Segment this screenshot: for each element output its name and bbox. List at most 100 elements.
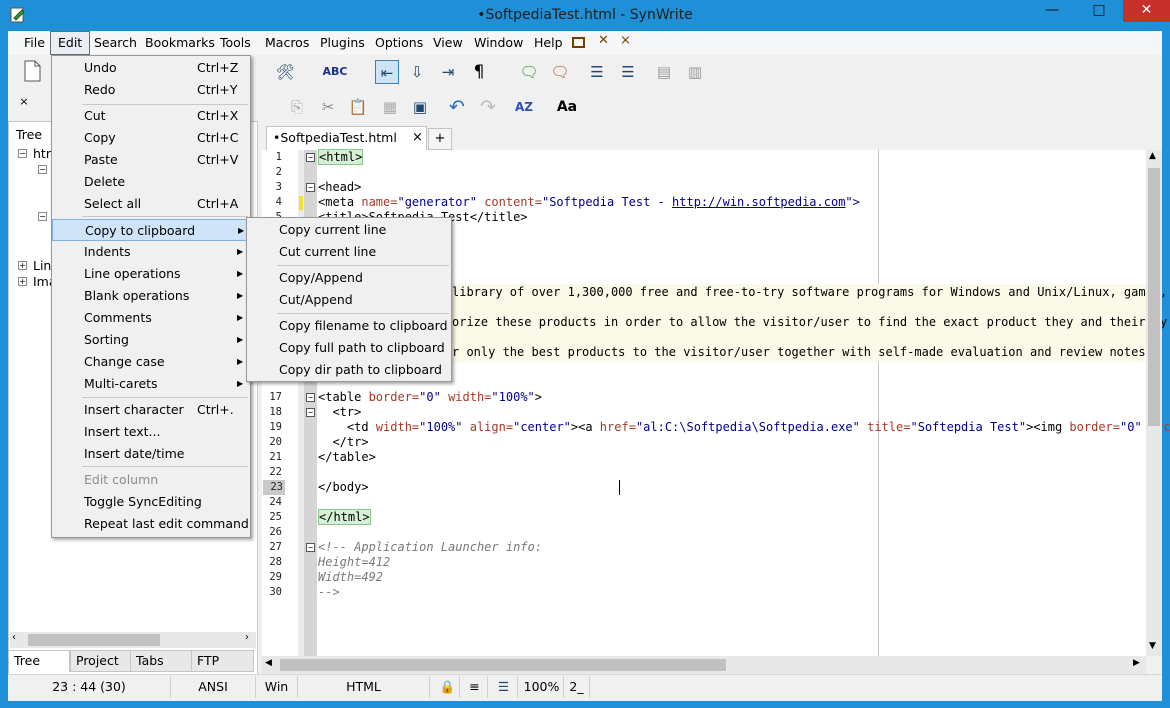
undo-icon[interactable]: ↶ (445, 95, 469, 119)
submenu-item-copy-current-line[interactable]: Copy current line (247, 219, 451, 241)
menu-item-copy-to-clipboard[interactable]: Copy to clipboard ▶ (52, 219, 250, 241)
scroll-up-icon[interactable]: ▲ (1149, 151, 1156, 161)
menu-item-comments[interactable]: Comments ▶ (52, 307, 250, 329)
submenu-item-copy-full-path[interactable]: Copy full path to clipboard (247, 337, 451, 359)
menu-search[interactable]: Search (87, 31, 144, 55)
document-tab[interactable]: •SoftpediaTest.html (266, 126, 427, 150)
comment-add-icon[interactable]: 🗨 (517, 60, 541, 84)
change-case-icon[interactable]: Aa (555, 95, 579, 119)
tree-hscroll-thumb[interactable] (28, 634, 160, 646)
indent-icon[interactable]: ☰ (585, 60, 609, 84)
menu-macros[interactable]: Macros (258, 31, 316, 55)
editor-vscroll-thumb[interactable] (1148, 168, 1160, 426)
submenu-item-copy-dir-path[interactable]: Copy dir path to clipboard (247, 359, 451, 381)
pilcrow-icon[interactable]: ¶ (467, 60, 491, 84)
menu-item-insert-character[interactable]: Insert character Ctrl+. (52, 399, 250, 421)
line-ending-indicator[interactable]: Win (256, 676, 298, 698)
fold-toggle-icon[interactable]: − (306, 408, 315, 417)
tree-expand-icon[interactable]: − (38, 212, 47, 221)
spellcheck-icon[interactable]: ABC (320, 60, 350, 84)
close-doc-icon[interactable]: ✕ (598, 33, 609, 48)
menu-bookmarks[interactable]: Bookmarks (138, 31, 222, 55)
cut-icon[interactable]: ✂ (316, 95, 340, 119)
lock-icon[interactable]: 🔒 (436, 676, 460, 698)
menu-item-cut[interactable]: Cut Ctrl+X (52, 105, 250, 127)
restore-doc-icon[interactable] (572, 37, 585, 48)
tab-close-icon[interactable]: × (412, 126, 424, 150)
menu-item-insert-date-time[interactable]: Insert date/time (52, 443, 250, 465)
menu-view[interactable]: View (426, 31, 470, 55)
tree-expand-icon[interactable]: − (18, 149, 27, 158)
encoding-indicator[interactable]: ANSI (171, 676, 256, 698)
menu-options[interactable]: Options (368, 31, 430, 55)
menu-item-paste[interactable]: Paste Ctrl+V (52, 149, 250, 171)
menu-item-indents[interactable]: Indents ▶ (52, 241, 250, 263)
editor-hscroll-thumb[interactable] (280, 659, 726, 671)
submenu-item-copy-append[interactable]: Copy/Append (247, 267, 451, 289)
align-center-icon[interactable]: ⇩ (405, 60, 429, 84)
menu-file[interactable]: File (17, 31, 52, 55)
submenu-item-cut-append[interactable]: Cut/Append (247, 289, 451, 311)
fold-toggle-icon[interactable]: − (306, 543, 315, 552)
paste-icon[interactable]: 📋 (346, 95, 370, 119)
menu-item-blank-operations[interactable]: Blank operations ▶ (52, 285, 250, 307)
menu-item-change-case[interactable]: Change case ▶ (52, 351, 250, 373)
menu-item-copy[interactable]: Copy Ctrl+C (52, 127, 250, 149)
tree-expand-icon[interactable]: + (18, 261, 27, 270)
submenu-item-cut-current-line[interactable]: Cut current line (247, 241, 451, 263)
scroll-down-icon[interactable]: ▼ (1149, 641, 1156, 651)
fold-toggle-icon[interactable]: − (306, 183, 315, 192)
split-h-icon[interactable]: ▤ (652, 60, 676, 84)
scroll-left-icon[interactable]: ◀ (265, 658, 272, 668)
panel-close-icon[interactable]: × (12, 90, 36, 114)
scroll-right-icon[interactable]: › (245, 632, 249, 643)
select-all-icon[interactable]: ▣ (408, 95, 432, 119)
submenu-item-copy-filename[interactable]: Copy filename to clipboard (247, 315, 451, 337)
menu-item-line-operations[interactable]: Line operations ▶ (52, 263, 250, 285)
scroll-right-icon[interactable]: ▶ (1133, 658, 1140, 668)
menu-item-insert-text[interactable]: Insert text... (52, 421, 250, 443)
fold-toggle-icon[interactable]: − (306, 153, 315, 162)
maximize-button[interactable]: □ (1076, 0, 1122, 22)
new-tab-button[interactable]: + (428, 128, 452, 150)
delete-icon[interactable]: ▦ (378, 95, 402, 119)
tab-ftp[interactable]: FTP (191, 650, 254, 672)
menu-item-repeat-last-edit[interactable]: Repeat last edit command (52, 513, 250, 535)
menu-tools[interactable]: Tools (213, 31, 258, 55)
menu-window[interactable]: Window (467, 31, 530, 55)
menu-help[interactable]: Help (527, 31, 570, 55)
tools-icon[interactable]: 🛠 (273, 60, 297, 84)
split-v-icon[interactable]: ▥ (683, 60, 707, 84)
lexer-indicator[interactable]: HTML (298, 676, 430, 698)
tab-project[interactable]: Project (70, 650, 132, 672)
comment-remove-icon[interactable]: 🗨 (548, 60, 572, 84)
sort-icon[interactable]: AZ (512, 95, 536, 119)
menu-item-toggle-syncediting[interactable]: Toggle SyncEditing (52, 491, 250, 513)
cursor-position[interactable]: 23 : 44 (30) (8, 676, 171, 698)
align-left-icon[interactable]: ⇤ (375, 60, 399, 84)
menu-item-multi-carets[interactable]: Multi-carets ▶ (52, 373, 250, 395)
close-button[interactable]: ✕ (1123, 0, 1170, 22)
new-file-icon[interactable] (20, 60, 44, 84)
menu-item-undo[interactable]: Undo Ctrl+Z (52, 57, 250, 79)
menu-item-delete[interactable]: Delete (52, 171, 250, 193)
menu-item-select-all[interactable]: Select all Ctrl+A (52, 193, 250, 215)
menu-item-redo[interactable]: Redo Ctrl+Y (52, 79, 250, 101)
align-right-icon[interactable]: ⇥ (436, 60, 460, 84)
fold-toggle-icon[interactable]: − (306, 393, 315, 402)
tree-expand-icon[interactable]: + (18, 277, 27, 286)
close-all-icon[interactable]: ⨯ (620, 33, 631, 48)
tree-node-links[interactable]: Lin (33, 258, 51, 273)
minimize-button[interactable]: — (1029, 0, 1075, 22)
code-link[interactable]: http://win.softpedia.com (672, 195, 845, 209)
unindent-icon[interactable]: ☰ (616, 60, 640, 84)
zoom-indicator[interactable]: 100% (520, 676, 564, 698)
redo-icon[interactable]: ↷ (476, 95, 500, 119)
tree-expand-icon[interactable]: − (38, 165, 47, 174)
text-mode-icon[interactable]: ☰ (490, 676, 518, 698)
tab-tree[interactable]: Tree (8, 650, 70, 672)
tab-tabs[interactable]: Tabs (130, 650, 192, 672)
menu-edit[interactable]: Edit (50, 31, 91, 55)
menu-item-sorting[interactable]: Sorting ▶ (52, 329, 250, 351)
copy-icon[interactable]: ⎘ (285, 95, 309, 119)
